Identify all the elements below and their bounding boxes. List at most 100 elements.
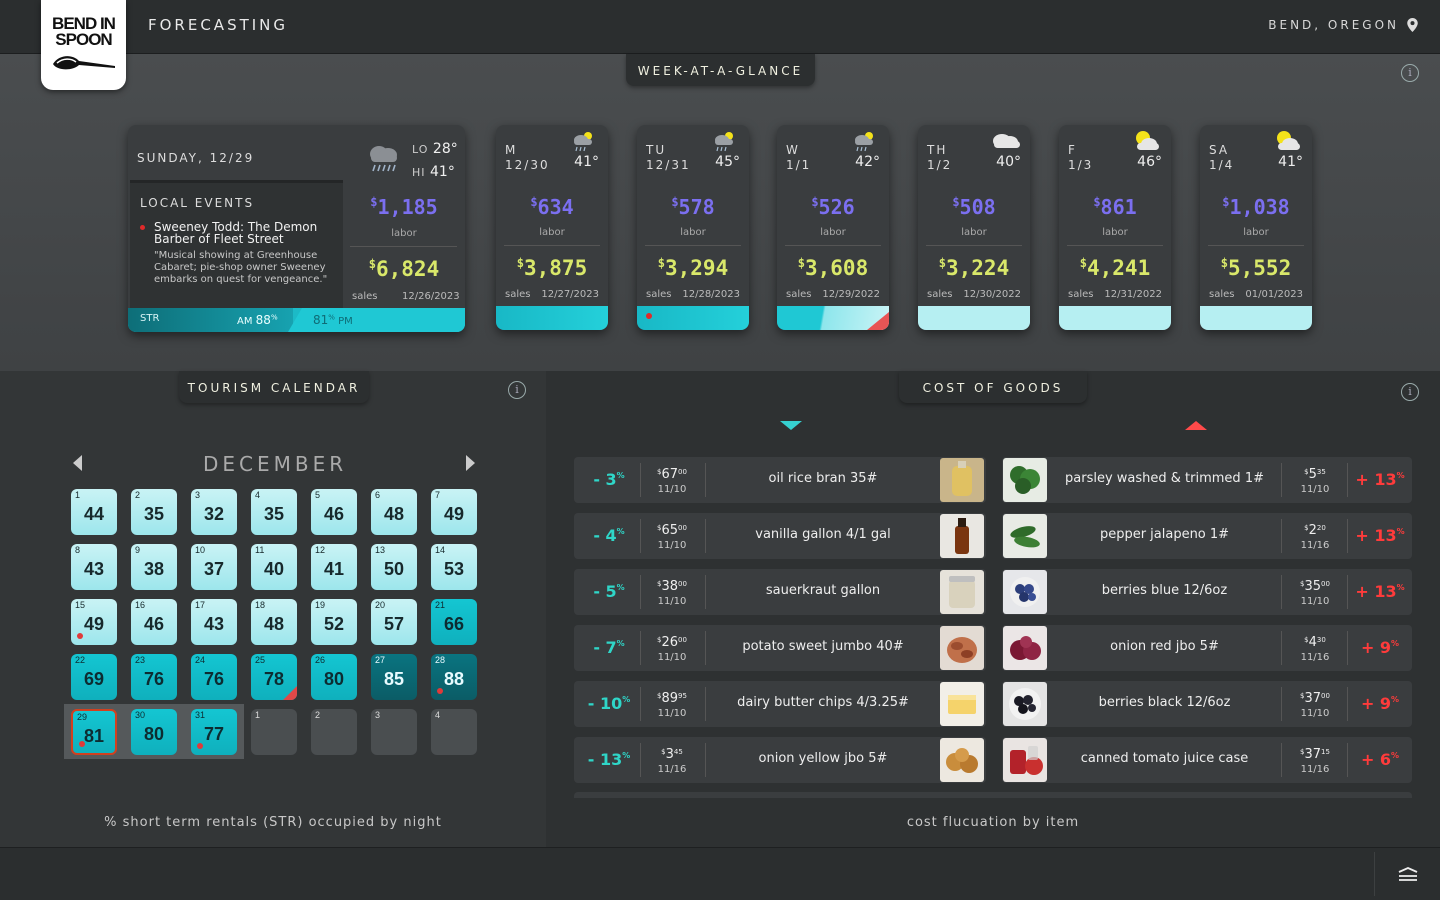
str-occupancy-bar[interactable]: STR AM 88% 81% PM [128, 308, 465, 332]
pm-occupancy: 81% PM [313, 313, 353, 327]
calendar-day[interactable]: 22 69 [71, 654, 117, 700]
calendar-day[interactable]: 13 50 [371, 544, 417, 590]
cost-row[interactable]: berries black 12/6oz $3700 11/10 + 9% [1002, 681, 1412, 727]
str-occupancy-bar[interactable] [777, 306, 889, 330]
cost-row[interactable]: - 13% $345 11/16 onion yellow jbo 5# [574, 737, 986, 783]
menu-button[interactable] [1374, 852, 1440, 896]
cost-row[interactable]: onion red jbo 5# $430 11/16 + 9% [1002, 625, 1412, 671]
today-sales: $6,824 [368, 257, 440, 281]
calendar-day[interactable]: 29 81 [71, 709, 117, 755]
calendar-day[interactable]: 23 76 [131, 654, 177, 700]
day-card[interactable]: M 12/30 41° $634 labor $3,875 sales 12/27/2023 [496, 125, 608, 330]
calendar-day[interactable]: 28 88 [431, 654, 477, 700]
location-label: BEND, OREGON [1268, 18, 1399, 32]
rain-sun-weather-icon [715, 132, 733, 152]
info-icon[interactable]: i [508, 381, 526, 399]
local-events-title: LOCAL EVENTS [140, 196, 255, 210]
day-card[interactable]: F 1/3 46° $861 labor $4,241 sales 12/31/2022 [1059, 125, 1171, 330]
week-tab[interactable]: WEEK-AT-A-GLANCE [626, 54, 815, 86]
info-icon[interactable]: i [1401, 383, 1419, 401]
day-number: 30 [135, 710, 146, 720]
cost-row[interactable]: - 5% $3800 11/10 sauerkraut gallon [574, 569, 986, 615]
calendar-day[interactable]: 6 48 [371, 489, 417, 535]
day-sales: $3,875 [516, 256, 588, 280]
str-occupancy-bar[interactable] [1059, 306, 1171, 330]
calendar-day[interactable]: 20 57 [371, 599, 417, 645]
event-title[interactable]: Sweeney Todd: The Demon Barber of Fleet … [154, 221, 334, 245]
calendar-day[interactable]: 15 49 [71, 599, 117, 645]
calendar-day[interactable]: 9 38 [131, 544, 177, 590]
item-name: onion red jbo 5# [1110, 639, 1219, 654]
item-price: $3500 11/10 [1300, 579, 1330, 608]
calendar-day[interactable]: 7 49 [431, 489, 477, 535]
calendar-day[interactable]: 25 78 [251, 654, 297, 700]
layers-menu-icon [1398, 867, 1418, 881]
day-card[interactable]: W 1/1 42° $526 labor $3,608 sales 12/29/2022 [777, 125, 889, 330]
item-price: $430 11/16 [1300, 635, 1330, 664]
calendar-day[interactable]: 1 [251, 709, 297, 755]
event-bullet [140, 225, 145, 230]
calendar-day[interactable]: 14 53 [431, 544, 477, 590]
occupancy-pct: 53 [443, 559, 465, 579]
calendar-day[interactable]: 3 32 [191, 489, 237, 535]
logo[interactable]: BEND IN SPOON [41, 0, 126, 90]
onion-thumbnail [940, 738, 984, 782]
day-sales: $4,241 [1079, 256, 1151, 280]
calendar-day[interactable]: 2 [311, 709, 357, 755]
occupancy-pct: 37 [203, 559, 225, 579]
calendar-day[interactable]: 1 44 [71, 489, 117, 535]
today-sales-label: sales [352, 291, 378, 302]
calendar-day[interactable]: 17 43 [191, 599, 237, 645]
day-number: 16 [135, 600, 146, 610]
occupancy-pct: 52 [323, 614, 345, 634]
cost-row[interactable]: canned tomato juice case $3715 11/16 + 6% [1002, 737, 1412, 783]
local-events[interactable]: LOCAL EVENTS Sweeney Todd: The Demon Bar… [130, 180, 343, 313]
blue-thumbnail [1003, 570, 1047, 614]
cost-row[interactable]: berries blue 12/6oz $3500 11/10 + 13% [1002, 569, 1412, 615]
calendar-day[interactable]: 24 76 [191, 654, 237, 700]
calendar-day[interactable]: 16 46 [131, 599, 177, 645]
tourism-tab[interactable]: TOURISM CALENDAR [179, 371, 369, 403]
cost-row[interactable]: pepper jalapeno 1# $220 11/16 + 13% [1002, 513, 1412, 559]
calendar-day[interactable]: 12 41 [311, 544, 357, 590]
day-number: 2 [135, 490, 141, 500]
prev-month-arrow[interactable] [73, 455, 82, 471]
calendar-day[interactable]: 8 43 [71, 544, 117, 590]
str-occupancy-bar[interactable] [918, 306, 1030, 330]
calendar-day[interactable]: 10 37 [191, 544, 237, 590]
cost-row[interactable]: parsley washed & trimmed 1# $535 11/10 + 13… [1002, 457, 1412, 503]
calendar-day[interactable]: 4 [431, 709, 477, 755]
calendar-day[interactable]: 11 40 [251, 544, 297, 590]
day-card[interactable]: TH 1/2 40° $508 labor $3,224 sales 12/30/2022 [918, 125, 1030, 330]
calendar-day[interactable]: 21 66 [431, 599, 477, 645]
info-icon[interactable]: i [1401, 64, 1419, 82]
cost-row[interactable]: - 7% $2600 11/10 potato sweet jumbo 40# [574, 625, 986, 671]
calendar-day[interactable]: 18 48 [251, 599, 297, 645]
day-card[interactable]: SA 1/4 41° $1,038 labor $5,552 sales 01/01/2023 [1200, 125, 1312, 330]
calendar-day[interactable]: 3 [371, 709, 417, 755]
day-name: F 1/3 [1068, 143, 1094, 172]
calendar-day[interactable]: 19 52 [311, 599, 357, 645]
sort-down-icon[interactable] [780, 421, 802, 430]
day-card[interactable]: TU 12/31 45° $578 labor $3,294 sales 12/28/2023 [637, 125, 749, 330]
calendar-day[interactable]: 31 77 [191, 709, 237, 755]
cost-row[interactable]: - 4% $6500 11/10 vanilla gallon 4/1 gal [574, 513, 986, 559]
today-card[interactable]: SUNDAY, 12/29 LO 28° HI 41° LOCAL EVENTS… [128, 125, 465, 332]
calendar-day[interactable]: 5 46 [311, 489, 357, 535]
cost-row[interactable]: - 10% $8995 11/10 dairy butter chips 4/3.25… [574, 681, 986, 727]
next-month-arrow[interactable] [466, 455, 475, 471]
calendar-day[interactable]: 26 80 [311, 654, 357, 700]
calendar-day[interactable]: 2 35 [131, 489, 177, 535]
sort-up-icon[interactable] [1185, 421, 1207, 430]
redonion-thumbnail [1003, 626, 1047, 670]
calendar-day[interactable]: 27 85 [371, 654, 417, 700]
str-occupancy-bar[interactable] [637, 306, 749, 330]
location[interactable]: BEND, OREGON [1268, 18, 1418, 32]
occupancy-pct: 35 [263, 504, 285, 524]
str-occupancy-bar[interactable] [1200, 306, 1312, 330]
str-occupancy-bar[interactable] [496, 306, 608, 330]
calendar-day[interactable]: 4 35 [251, 489, 297, 535]
cog-tab[interactable]: COST OF GOODS [899, 371, 1087, 403]
cost-row[interactable]: - 3% $6700 11/10 oil rice bran 35# [574, 457, 986, 503]
calendar-day[interactable]: 30 80 [131, 709, 177, 755]
